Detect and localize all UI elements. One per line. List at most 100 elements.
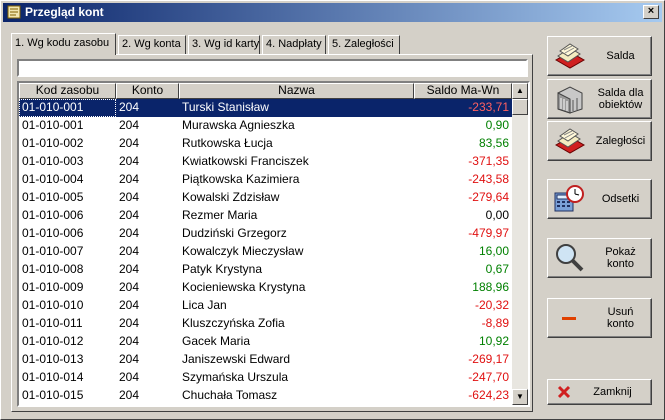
column-header-saldo[interactable]: Saldo Ma-Wn xyxy=(414,83,512,99)
cell-saldo: 83,56 xyxy=(478,136,509,150)
cell-konto: 204 xyxy=(119,334,140,348)
cell-konto: 204 xyxy=(119,244,140,258)
arrow-down-icon: ▼ xyxy=(516,392,524,401)
table-row[interactable]: 01-010-004 204 Piątkowska Kazimiera -243,58 xyxy=(19,171,512,189)
cell-nazwa: Murawska Agnieszka xyxy=(182,118,295,132)
column-header-konto[interactable]: Konto xyxy=(116,83,179,99)
cell-nazwa: Gacek Maria xyxy=(182,334,251,348)
cell-konto: 204 xyxy=(119,262,140,276)
scroll-down-button[interactable]: ▼ xyxy=(512,389,528,405)
magnifier-icon xyxy=(556,244,584,272)
cell-konto: 204 xyxy=(119,352,140,366)
table-row[interactable]: 01-010-008 204 Patyk Krystyna 0,67 xyxy=(19,261,512,279)
cell-konto: 204 xyxy=(119,388,140,402)
vertical-scrollbar[interactable]: ▲ ▼ xyxy=(512,83,528,405)
table-row[interactable]: 01-010-009 204 Kocieniewska Krystyna 188,96 xyxy=(19,279,512,297)
table-row[interactable]: 01-010-006 204 Dudziński Grzegorz -479,97 xyxy=(19,225,512,243)
accounts-grid[interactable]: Kod zasobu Konto Nazwa Saldo Ma-Wn 01-01… xyxy=(17,81,530,407)
cell-kod: 01-010-001 xyxy=(22,118,84,132)
cell-nazwa: Janiszewski Edward xyxy=(182,352,291,366)
zamknij-label: Zamknij xyxy=(593,386,632,398)
main-window: Przegląd kont × 1. Wg kodu zasobu 2. Wg … xyxy=(0,0,665,420)
table-row[interactable]: 01-010-007 204 Kowalczyk Mieczysław 16,00 xyxy=(19,243,512,261)
cell-saldo: -8,89 xyxy=(481,316,509,330)
zaleglosci-label: Zaległości xyxy=(595,135,646,147)
tab-nadplaty[interactable]: 4. Nadpłaty xyxy=(262,35,326,54)
document-icon xyxy=(7,5,21,19)
table-row[interactable]: 01-010-015 204 Chuchała Tomasz -624,23 xyxy=(19,387,512,405)
cell-nazwa: Kluszczyńska Zofia xyxy=(182,316,285,330)
tab-zaleglosci[interactable]: 5. Zaległości xyxy=(328,35,400,54)
cell-saldo: 16,00 xyxy=(478,244,509,258)
scroll-thumb[interactable] xyxy=(512,99,528,115)
cell-kod: 01-010-005 xyxy=(22,190,84,204)
cell-kod: 01-010-014 xyxy=(22,370,84,384)
table-row[interactable]: 01-010-001 204 Murawska Agnieszka 0,90 xyxy=(19,117,512,135)
pokaz-konto-button[interactable]: Pokaż konto xyxy=(547,238,652,278)
cell-konto: 204 xyxy=(119,208,140,222)
table-row[interactable]: 01-010-003 204 Kwiatkowski Franciszek -371,… xyxy=(19,153,512,171)
search-input[interactable] xyxy=(17,59,528,77)
tab-wg-kodu-zasobu[interactable]: 1. Wg kodu zasobu xyxy=(11,33,116,55)
table-row[interactable]: 01-010-010 204 Lica Jan -20,32 xyxy=(19,297,512,315)
salda-obiektow-button[interactable]: Salda dla obiektów xyxy=(547,79,652,119)
cell-kod: 01-010-009 xyxy=(22,280,84,294)
cell-kod: 01-010-016 xyxy=(19,405,116,407)
zamknij-button[interactable]: Zamknij xyxy=(547,379,652,405)
cell-nazwa: Kowalczyk Mieczysław xyxy=(182,244,304,258)
minus-icon xyxy=(562,317,576,320)
cell-saldo: -269,17 xyxy=(468,352,509,366)
cell-nazwa: Kwiatkowski Franciszek xyxy=(182,154,309,168)
tab-wg-konta[interactable]: 2. Wg konta xyxy=(118,35,186,54)
cell-nazwa: Kocieniewska Krystyna xyxy=(182,280,306,294)
cell-saldo: -20,32 xyxy=(474,298,509,312)
column-header-kod-zasobu[interactable]: Kod zasobu xyxy=(19,83,116,99)
cell-konto: 204 xyxy=(119,298,140,312)
table-row[interactable]: 01-010-012 204 Gacek Maria 10,92 xyxy=(19,333,512,351)
odsetki-label: Odsetki xyxy=(601,193,640,205)
cell-saldo: -624,23 xyxy=(468,388,509,402)
column-header-nazwa[interactable]: Nazwa xyxy=(179,83,414,99)
arrow-up-icon: ▲ xyxy=(516,86,524,95)
salda-label: Salda xyxy=(606,50,635,62)
cell-kod: 01-010-007 xyxy=(22,244,84,258)
cell-konto: 204 xyxy=(119,190,140,204)
cell-kod: 01-010-015 xyxy=(22,388,84,402)
cell-kod: 01-010-003 xyxy=(22,154,84,168)
cell-saldo: -279,64 xyxy=(468,190,509,204)
cell-kod: 01-010-008 xyxy=(22,262,84,276)
cell-konto: 204 xyxy=(119,100,140,114)
table-row[interactable]: 01-010-002 204 Rutkowska Łucja 83,56 xyxy=(19,135,512,153)
cell-nazwa: Piątkowska Kazimiera xyxy=(182,172,300,186)
table-row[interactable]: 01-010-014 204 Szymańska Urszula -247,70 xyxy=(19,369,512,387)
cell-saldo: -302,61 xyxy=(414,405,512,407)
title-bar[interactable]: Przegląd kont × xyxy=(3,3,662,22)
pokaz-konto-label: Pokaż konto xyxy=(605,246,636,270)
cell-nazwa: Turski Stanisław xyxy=(182,100,269,114)
tab-wg-id-karty[interactable]: 3. Wg id karty xyxy=(188,35,260,54)
odsetki-button[interactable]: Odsetki xyxy=(547,179,652,219)
table-row[interactable]: 01-010-013 204 Janiszewski Edward -269,17 xyxy=(19,351,512,369)
cell-nazwa: Rutkowska Łucja xyxy=(182,136,273,150)
cell-kod: 01-010-011 xyxy=(22,316,83,330)
cell-saldo: 188,96 xyxy=(472,280,509,294)
x-icon xyxy=(557,385,571,399)
close-window-button[interactable]: × xyxy=(643,5,659,19)
salda-button[interactable]: Salda xyxy=(547,36,652,76)
zaleglosci-button[interactable]: Zaległości xyxy=(547,121,652,161)
usun-konto-button[interactable]: Usuń konto xyxy=(547,298,652,338)
scroll-up-button[interactable]: ▲ xyxy=(512,83,528,99)
cell-kod: 01-010-004 xyxy=(22,172,84,186)
cell-kod: 01-010-010 xyxy=(22,298,84,312)
calculator-clock-icon xyxy=(554,185,584,212)
cell-saldo: 10,92 xyxy=(478,334,509,348)
cell-nazwa: Patyk Krystyna xyxy=(182,262,263,276)
table-row[interactable]: 01-010-006 204 Rezmer Maria 0,00 xyxy=(19,207,512,225)
table-row[interactable]: 01-010-011 204 Kluszczyńska Zofia -8,89 xyxy=(19,315,512,333)
close-icon: × xyxy=(647,5,655,17)
table-row[interactable]: 01-010-005 204 Kowalski Zdzisław -279,64 xyxy=(19,189,512,207)
grid-body: 01-010-001 204 Turski Stanisław -233,71 01-0… xyxy=(19,99,512,405)
cell-konto: 204 xyxy=(119,226,140,240)
table-row[interactable]: 01-010-016204Poliwodziński Ryszard-302,6… xyxy=(19,405,512,407)
table-row[interactable]: 01-010-001 204 Turski Stanisław -233,71 xyxy=(19,99,512,117)
